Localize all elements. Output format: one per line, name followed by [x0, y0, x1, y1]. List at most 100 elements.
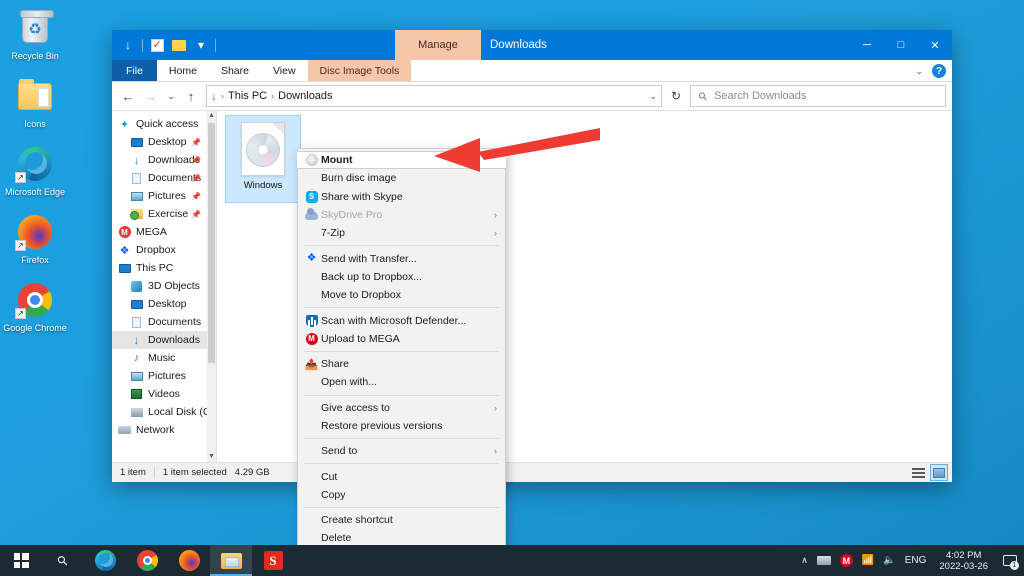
desktop-icon-firefox[interactable]: ↗ Firefox [0, 212, 70, 266]
menu-item-send-with-transfer[interactable]: ❖ Send with Transfer... [298, 249, 505, 267]
help-icon[interactable]: ? [932, 64, 946, 78]
sidebar-item-music[interactable]: ♪ Music [112, 349, 207, 367]
taskbar-chrome[interactable] [126, 545, 168, 576]
mega-tray-icon[interactable]: M [839, 554, 853, 567]
sidebar-item-this-pc[interactable]: This PC [112, 259, 207, 277]
menu-item-restore-previous-versions[interactable]: Restore previous versions [298, 417, 505, 435]
menu-item-back-up-to-dropbox[interactable]: Back up to Dropbox... [298, 268, 505, 286]
breadcrumb-this-pc[interactable]: This PC [228, 90, 267, 102]
navigation-pane-scrollbar[interactable]: ▲ ▼ [207, 111, 216, 462]
menu-item-scan-with-microsoft-defender[interactable]: Scan with Microsoft Defender... [298, 311, 505, 329]
sidebar-item-documents[interactable]: Documents [112, 313, 207, 331]
menu-item-move-to-dropbox[interactable]: Move to Dropbox [298, 286, 505, 304]
pin-icon[interactable]: 📌 [191, 156, 201, 165]
file-explorer-icon [220, 552, 242, 569]
menu-item-burn-disc-image[interactable]: Burn disc image [298, 169, 505, 187]
menu-item-upload-to-mega[interactable]: M Upload to MEGA [298, 330, 505, 348]
chevron-down-icon[interactable]: ⌄ [649, 91, 657, 102]
properties-check-icon[interactable] [149, 37, 165, 53]
tab-disc-image-tools[interactable]: Disc Image Tools [307, 60, 412, 81]
tab-view[interactable]: View [261, 60, 308, 81]
recent-locations-button[interactable]: ⌄ [164, 85, 178, 107]
search-button[interactable]: ⚲ [42, 545, 84, 576]
menu-item-skydrive-pro[interactable]: SkyDrive Pro › [298, 206, 505, 224]
sidebar-item-quick-access[interactable]: ✦ Quick access [112, 115, 207, 133]
new-folder-icon[interactable] [171, 37, 187, 53]
menu-item-share[interactable]: 📤 Share [298, 355, 505, 373]
menu-item-give-access-to[interactable]: Give access to › [298, 399, 505, 417]
menu-item-create-shortcut[interactable]: Create shortcut [298, 511, 505, 529]
desktop-icon-icons-folder[interactable]: Icons [0, 76, 70, 130]
wifi-icon[interactable]: 📶 [862, 555, 874, 566]
chevron-down-icon[interactable]: ⌄ [915, 66, 923, 77]
sidebar-item-3d-objects[interactable]: 3D Objects [112, 277, 207, 295]
up-button[interactable]: ↑ [181, 85, 201, 107]
sidebar-item-downloads[interactable]: ↓ Downloads [112, 331, 207, 349]
refresh-button[interactable]: ↻ [665, 85, 687, 107]
language-indicator[interactable]: ENG [905, 555, 927, 566]
sidebar-item-network[interactable]: Network [112, 421, 207, 439]
file-item-windows[interactable]: Windows [225, 115, 301, 203]
title-bar[interactable]: ↓ ▾ Manage Downloads ─ □ ✕ [112, 30, 952, 60]
sidebar-item-local-disk-c[interactable]: Local Disk (C:) [112, 403, 216, 421]
sidebar-item-videos[interactable]: Videos [112, 385, 207, 403]
menu-item-label: Send to [321, 445, 358, 458]
desktop-icon-recycle-bin[interactable]: Recycle Bin [0, 8, 70, 62]
menu-item-label: Scan with Microsoft Defender... [321, 314, 467, 327]
snagit-icon: S [263, 551, 283, 570]
menu-item-send-to[interactable]: Send to › [298, 442, 505, 460]
sidebar-item-pictures[interactable]: Pictures [112, 367, 207, 385]
start-button[interactable] [0, 545, 42, 576]
breadcrumb-downloads[interactable]: Downloads [278, 90, 332, 102]
tray-device-icon[interactable] [816, 556, 831, 565]
properties-icon[interactable]: ↓ [120, 37, 136, 53]
clock[interactable]: 4:02 PM 2022-03-26 [935, 550, 992, 572]
dropbox-icon: ❖ [306, 252, 317, 265]
sidebar-item-downloads-qa[interactable]: ↓ Downloads 📌 [112, 151, 207, 169]
close-button[interactable]: ✕ [918, 30, 952, 60]
details-view-button[interactable] [909, 464, 927, 481]
menu-item-copy[interactable]: Copy [298, 486, 505, 504]
taskbar-file-explorer[interactable] [210, 545, 252, 576]
menu-item-7-zip[interactable]: 7-Zip › [298, 224, 505, 242]
menu-item-cut[interactable]: Cut [298, 467, 505, 485]
minimize-button[interactable]: ─ [850, 30, 884, 60]
desktop-icon-google-chrome[interactable]: ↗ Google Chrome [0, 280, 70, 334]
search-input[interactable]: ⚲ Search Downloads [690, 85, 946, 107]
maximize-button[interactable]: □ [884, 30, 918, 60]
pin-icon[interactable]: 📌 [191, 210, 201, 219]
pin-icon[interactable]: 📌 [191, 174, 201, 183]
pin-icon[interactable]: 📌 [191, 192, 201, 201]
shortcut-arrow-icon: ↗ [15, 240, 26, 251]
show-hidden-icons-icon[interactable]: ∧ [801, 555, 808, 566]
back-button[interactable]: ← [118, 85, 138, 107]
sidebar-item-dropbox[interactable]: ❖ Dropbox [112, 241, 207, 259]
customize-qat-icon[interactable]: ▾ [193, 37, 209, 53]
menu-item-mount[interactable]: Mount [297, 151, 506, 170]
forward-button[interactable]: → [141, 85, 161, 107]
view-toggle-group [909, 464, 948, 481]
desktop-icon-microsoft-edge[interactable]: ↗ Microsoft Edge [0, 144, 70, 198]
scroll-down-icon[interactable]: ▼ [208, 452, 215, 462]
pin-icon[interactable]: 📌 [191, 138, 201, 147]
sidebar-item-exercise[interactable]: Exercise 📌 [112, 205, 207, 223]
scrollbar-thumb[interactable] [208, 123, 215, 363]
taskbar-edge[interactable] [84, 545, 126, 576]
tab-file[interactable]: File [112, 60, 157, 81]
volume-icon[interactable]: 🔈 [883, 555, 895, 566]
large-icons-view-button[interactable] [930, 464, 948, 481]
taskbar-snagit[interactable]: S [252, 545, 294, 576]
sidebar-item-pictures-qa[interactable]: Pictures 📌 [112, 187, 207, 205]
sidebar-item-documents-qa[interactable]: Documents 📌 [112, 169, 207, 187]
breadcrumb[interactable]: ↓ › This PC › Downloads ⌄ [206, 85, 662, 107]
notification-center-button[interactable]: 1 [1001, 552, 1019, 570]
scroll-up-icon[interactable]: ▲ [208, 111, 215, 121]
tab-share[interactable]: Share [209, 60, 261, 81]
sidebar-item-desktop-qa[interactable]: Desktop 📌 [112, 133, 207, 151]
tab-home[interactable]: Home [157, 60, 209, 81]
menu-item-share-with-skype[interactable]: S Share with Skype [298, 188, 505, 206]
sidebar-item-desktop[interactable]: Desktop [112, 295, 207, 313]
menu-item-open-with[interactable]: Open with... [298, 373, 505, 391]
sidebar-item-mega[interactable]: MEGA [112, 223, 207, 241]
taskbar-firefox[interactable] [168, 545, 210, 576]
